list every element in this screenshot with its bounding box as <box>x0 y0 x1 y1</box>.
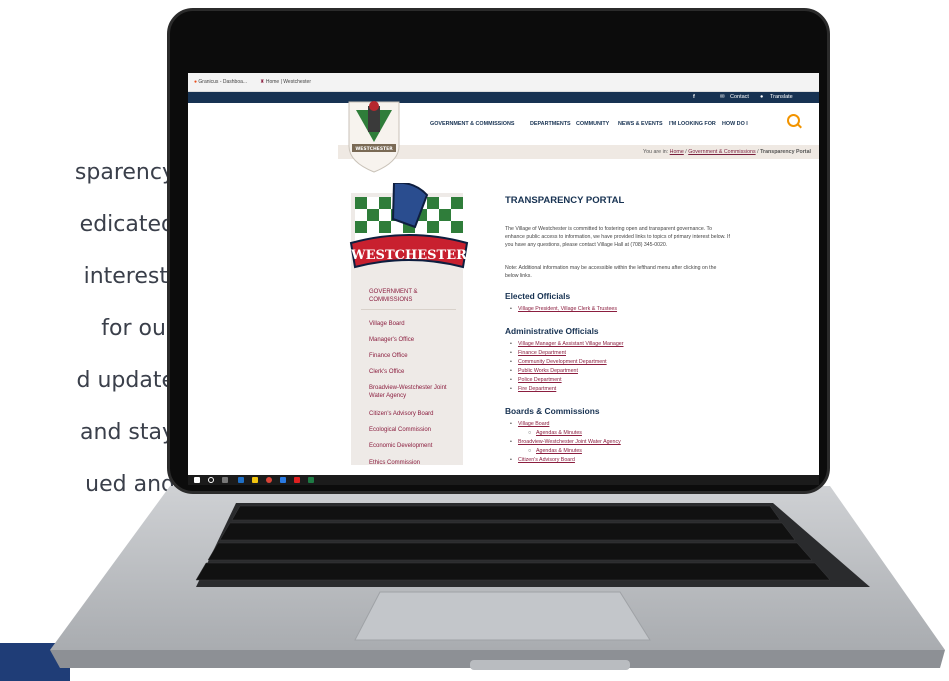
bullet: • <box>510 341 512 347</box>
globe-icon[interactable]: ● <box>760 94 763 100</box>
bullet: • <box>510 368 512 374</box>
sidebar-item-village-board[interactable]: Village Board <box>369 320 405 328</box>
site-header: GOVERNMENT & COMMISSIONS DEPARTMENTS COM… <box>188 103 819 145</box>
browser-tab-bar: ● Granicus - Dashboa... ♜ Home | Westche… <box>188 73 819 92</box>
nav-looking-for[interactable]: I'M LOOKING FOR <box>669 121 716 127</box>
favicon-icon: ♜ <box>260 79 265 85</box>
sidebar-item-managers-office[interactable]: Manager's Office <box>369 336 414 344</box>
link-fire-department[interactable]: Fire Department <box>518 386 556 392</box>
bullet: • <box>510 306 512 312</box>
sidebar-divider <box>361 309 456 310</box>
link-finance-department[interactable]: Finance Department <box>518 350 566 356</box>
breadcrumb-home[interactable]: Home <box>670 149 684 155</box>
crest-logo-text: WESTCHESTER <box>355 146 393 152</box>
nav-community[interactable]: COMMUNITY <box>576 121 609 127</box>
sidebar-item-label: Water Agency <box>369 393 407 399</box>
bullet: • <box>510 457 512 463</box>
breadcrumb-prefix: You are in: <box>643 149 669 155</box>
note-paragraph: Note: Additional information may be acce… <box>505 264 805 280</box>
sidebar-item-economic[interactable]: Economic Development <box>369 442 432 450</box>
mail-icon[interactable]: ✉ <box>720 94 725 100</box>
sub-bullet: ○ <box>528 448 532 454</box>
intro-line: The Village of Westchester is committed … <box>505 226 713 232</box>
link-agendas-minutes[interactable]: Agendas & Minutes <box>536 448 582 454</box>
nav-departments[interactable]: DEPARTMENTS <box>530 121 571 127</box>
link-citizens-advisory[interactable]: Citizen's Advisory Board <box>518 457 575 463</box>
link-public-works[interactable]: Public Works Department <box>518 368 578 374</box>
sidebar-heading[interactable]: GOVERNMENT & COMMISSIONS <box>369 288 418 304</box>
administrative-officials-heading: Administrative Officials <box>505 326 599 336</box>
boards-commissions-heading: Boards & Commissions <box>505 406 600 416</box>
sidebar-item-label: Broadview-Westchester Joint <box>369 385 447 391</box>
bullet: • <box>510 350 512 356</box>
sidebar-item-water-agency[interactable]: Broadview-Westchester Joint Water Agency <box>369 384 447 400</box>
sidebar-heading-line: GOVERNMENT & <box>369 289 418 295</box>
app-icon[interactable] <box>280 477 286 483</box>
browser-tab[interactable]: ● Granicus - Dashboa... <box>194 79 247 85</box>
westchester-crest-logo[interactable]: WESTCHESTER <box>346 96 402 174</box>
link-village-manager[interactable]: Village Manager & Assistant Village Mana… <box>518 341 624 347</box>
intro-line: you have any questions, please contact V… <box>505 242 668 248</box>
sidebar-item-ecological[interactable]: Ecological Commission <box>369 426 431 434</box>
note-line: Note: Additional information may be acce… <box>505 265 717 271</box>
sidebar-item-clerks-office[interactable]: Clerk's Office <box>369 368 404 376</box>
breadcrumb-section[interactable]: Government & Commissions <box>688 149 755 155</box>
bullet: • <box>510 377 512 383</box>
nav-how-do-i[interactable]: HOW DO I <box>722 121 748 127</box>
tab-label: Home | Westchester <box>265 79 311 85</box>
tab-label: Granicus - Dashboa... <box>198 79 248 85</box>
facebook-icon[interactable]: f <box>693 94 695 100</box>
link-village-board[interactable]: Village Board <box>518 421 549 427</box>
nav-government[interactable]: GOVERNMENT & COMMISSIONS <box>430 121 514 127</box>
sidebar-item-ethics[interactable]: Ethics Commission <box>369 459 420 467</box>
acrobat-icon[interactable] <box>294 477 300 483</box>
bullet: • <box>510 421 512 427</box>
link-village-president[interactable]: Village President, Village Clerk & Trust… <box>518 306 617 312</box>
utility-bar: f ✉ Contact ● Translate <box>188 92 819 103</box>
task-view-icon[interactable] <box>222 477 228 483</box>
outlook-icon[interactable] <box>238 477 244 483</box>
chrome-icon[interactable] <box>266 477 272 483</box>
intro-paragraph: The Village of Westchester is committed … <box>505 225 805 249</box>
favicon-icon: ● <box>194 79 198 85</box>
intro-line: enhance public access to information, we… <box>505 234 730 240</box>
breadcrumb: You are in: Home / Government & Commissi… <box>338 145 819 159</box>
bullet: • <box>510 359 512 365</box>
sub-bullet: ○ <box>528 430 532 436</box>
windows-taskbar <box>188 475 819 485</box>
excel-icon[interactable] <box>308 477 314 483</box>
bullet: • <box>510 386 512 392</box>
file-explorer-icon[interactable] <box>252 477 258 483</box>
breadcrumb-current: Transparency Portal <box>760 149 811 155</box>
browser-tab[interactable]: ♜ Home | Westchester <box>260 79 311 85</box>
page-title: TRANSPARENCY PORTAL <box>505 195 625 206</box>
search-icon-handle <box>797 123 802 129</box>
sidebar-heading-line: COMMISSIONS <box>369 297 413 303</box>
contact-link[interactable]: Contact <box>730 94 749 100</box>
link-police-department[interactable]: Police Department <box>518 377 562 383</box>
elected-officials-heading: Elected Officials <box>505 291 571 301</box>
link-water-agency[interactable]: Broadview-Westchester Joint Water Agency <box>518 439 621 445</box>
link-community-development[interactable]: Community Development Department <box>518 359 607 365</box>
nav-news-events[interactable]: NEWS & EVENTS <box>618 121 663 127</box>
link-agendas-minutes[interactable]: Agendas & Minutes <box>536 430 582 436</box>
sidebar-item-citizens-advisory[interactable]: Citizen's Advisory Board <box>369 410 434 418</box>
translate-link[interactable]: Translate <box>770 94 793 100</box>
sidebar-item-finance-office[interactable]: Finance Office <box>369 352 408 360</box>
search-icon[interactable] <box>208 477 214 483</box>
sidebar-westchester-logo: WESTCHESTER <box>349 183 469 269</box>
windows-start-icon[interactable] <box>194 477 200 483</box>
bullet: • <box>510 439 512 445</box>
note-line: below links. <box>505 273 532 279</box>
browser-screen: ● Granicus - Dashboa... ♜ Home | Westche… <box>188 73 819 485</box>
sidebar-logo-text: WESTCHESTER <box>350 248 467 263</box>
